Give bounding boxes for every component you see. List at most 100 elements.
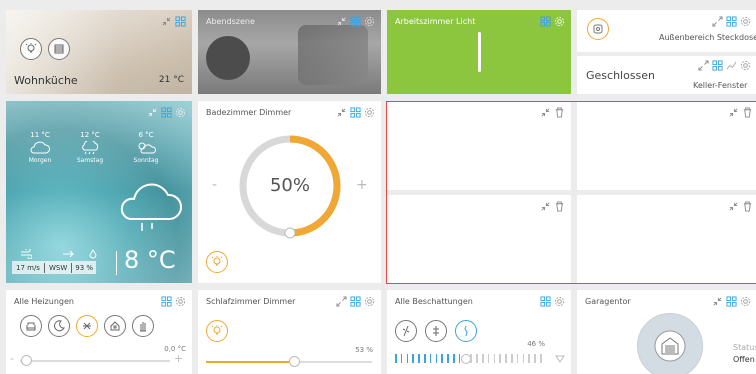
tile-weather[interactable]: 11 °C Morgen 12 °C Samstag 6 °C Sonntag …	[6, 101, 192, 283]
trash-icon[interactable]	[554, 107, 565, 118]
shrink-icon[interactable]	[336, 16, 347, 27]
grid-icon[interactable]	[350, 16, 361, 27]
wind-icon	[21, 249, 32, 259]
lightbulb-button[interactable]	[206, 251, 228, 273]
shade-tick	[511, 354, 513, 363]
grid-icon[interactable]	[726, 16, 737, 27]
chart-icon[interactable]	[726, 60, 737, 71]
lightbulb-button[interactable]	[20, 38, 42, 60]
gear-icon[interactable]	[740, 60, 751, 71]
grid-icon[interactable]	[726, 296, 737, 307]
light-switch-bar[interactable]	[478, 32, 481, 72]
dimmer-slider-fill	[206, 361, 294, 363]
shade-tick	[516, 354, 519, 363]
decrease-button[interactable]: -	[10, 352, 14, 365]
away-mode-button[interactable]	[104, 315, 126, 337]
gear-icon[interactable]	[175, 107, 186, 118]
window-status: Geschlossen	[586, 69, 656, 82]
night-mode-button[interactable]	[48, 315, 70, 337]
gear-icon[interactable]	[554, 16, 565, 27]
grid-icon[interactable]	[161, 296, 172, 307]
increase-button[interactable]: +	[174, 352, 183, 365]
empty-tile-2[interactable]	[577, 101, 756, 190]
shade-up-button[interactable]	[395, 320, 417, 342]
empty-tile-4[interactable]	[577, 195, 756, 283]
shade-position-ticks[interactable]	[395, 354, 545, 364]
gear-icon[interactable]	[554, 296, 565, 307]
expand-icon[interactable]	[698, 60, 709, 71]
shrink-icon[interactable]	[540, 107, 551, 118]
grid-icon[interactable]	[540, 16, 551, 27]
shrink-icon[interactable]	[336, 107, 347, 118]
trash-icon[interactable]	[742, 201, 753, 212]
shrink-icon[interactable]	[161, 16, 172, 27]
current-weather-cloud-icon	[120, 183, 182, 231]
forecast-temp: 6 °C	[138, 131, 154, 139]
shrink-icon[interactable]	[712, 296, 723, 307]
shade-tick	[429, 354, 432, 363]
temperature-slider-track[interactable]	[20, 360, 170, 362]
lightbulb-button[interactable]	[206, 320, 228, 342]
decrease-button[interactable]: -	[212, 177, 217, 193]
tile-aussenbereich-steckdose[interactable]: Außenbereich Steckdose	[577, 10, 756, 52]
power-button[interactable]	[587, 18, 609, 40]
garage-door-button[interactable]	[637, 313, 703, 374]
shade-down-button[interactable]	[455, 320, 477, 342]
trash-icon[interactable]	[742, 107, 753, 118]
gear-icon[interactable]	[740, 296, 751, 307]
shade-tick	[435, 354, 438, 363]
tile-garagentor[interactable]: Garagentor Status Offen	[577, 290, 756, 374]
tile-title: Arbeitszimmer Licht	[395, 17, 476, 26]
comfort-mode-button[interactable]	[20, 315, 42, 337]
forecast-day: Samstag	[76, 157, 104, 164]
tile-arbeitszimmer-licht[interactable]: Arbeitszimmer Licht	[387, 10, 571, 94]
forecast-temp: 11 °C	[30, 131, 50, 139]
shrink-icon[interactable]	[540, 201, 551, 212]
tile-abendszene[interactable]: Abendszene	[198, 10, 381, 94]
tile-title: Abendszene	[206, 17, 255, 26]
tile-alle-beschattungen[interactable]: Alle Beschattungen 46 %	[387, 290, 571, 374]
increase-button[interactable]: +	[356, 177, 368, 193]
shrink-icon[interactable]	[728, 201, 739, 212]
dimmer-percent: 50%	[269, 175, 310, 196]
tile-title: Alle Beschattungen	[395, 297, 473, 306]
gear-icon[interactable]	[175, 296, 186, 307]
tile-title: Badezimmer Dimmer	[206, 108, 292, 117]
gear-icon[interactable]	[364, 107, 375, 118]
tile-title: Garagentor	[585, 297, 631, 306]
manual-mode-button[interactable]	[132, 315, 154, 337]
empty-tile-1[interactable]	[387, 101, 571, 190]
shrink-icon[interactable]	[147, 107, 158, 118]
grid-icon[interactable]	[350, 296, 361, 307]
trash-icon[interactable]	[554, 201, 565, 212]
grid-icon[interactable]	[161, 107, 172, 118]
grid-icon[interactable]	[175, 16, 186, 27]
grid-icon[interactable]	[540, 296, 551, 307]
temperature-slider-knob[interactable]	[21, 355, 32, 366]
sun-cloud-icon	[138, 142, 157, 154]
grid-icon[interactable]	[712, 60, 723, 71]
tile-schlafzimmer-dimmer[interactable]: Schlafzimmer Dimmer 53 %	[198, 290, 381, 374]
divider	[116, 251, 117, 275]
shade-percent: 46 %	[527, 340, 545, 348]
expand-icon[interactable]	[336, 296, 347, 307]
gear-icon[interactable]	[740, 16, 751, 27]
dimmer-slider-knob[interactable]	[288, 356, 300, 367]
triangle-down-icon[interactable]	[555, 355, 565, 363]
eco-mode-button[interactable]	[76, 315, 98, 337]
gear-icon[interactable]	[364, 296, 375, 307]
status-value: Offen	[733, 355, 755, 364]
expand-icon[interactable]	[712, 16, 723, 27]
grid-icon[interactable]	[350, 107, 361, 118]
tile-keller-fenster[interactable]: Geschlossen Keller-Fenster	[577, 56, 756, 94]
tile-alle-heizungen[interactable]: Alle Heizungen 0,0 °C - +	[6, 290, 192, 374]
shutter-button[interactable]	[48, 38, 70, 60]
shrink-icon[interactable]	[728, 107, 739, 118]
armchair-icon	[26, 322, 36, 331]
tile-wohnkueche[interactable]: Wohnküche 21 °C	[6, 10, 192, 94]
wind-direction: WSW	[48, 263, 68, 272]
gear-icon[interactable]	[364, 16, 375, 27]
tile-badezimmer-dimmer[interactable]: Badezimmer Dimmer 50% - +	[198, 101, 381, 283]
empty-tile-3[interactable]	[387, 195, 571, 283]
shade-stop-button[interactable]	[425, 320, 447, 342]
